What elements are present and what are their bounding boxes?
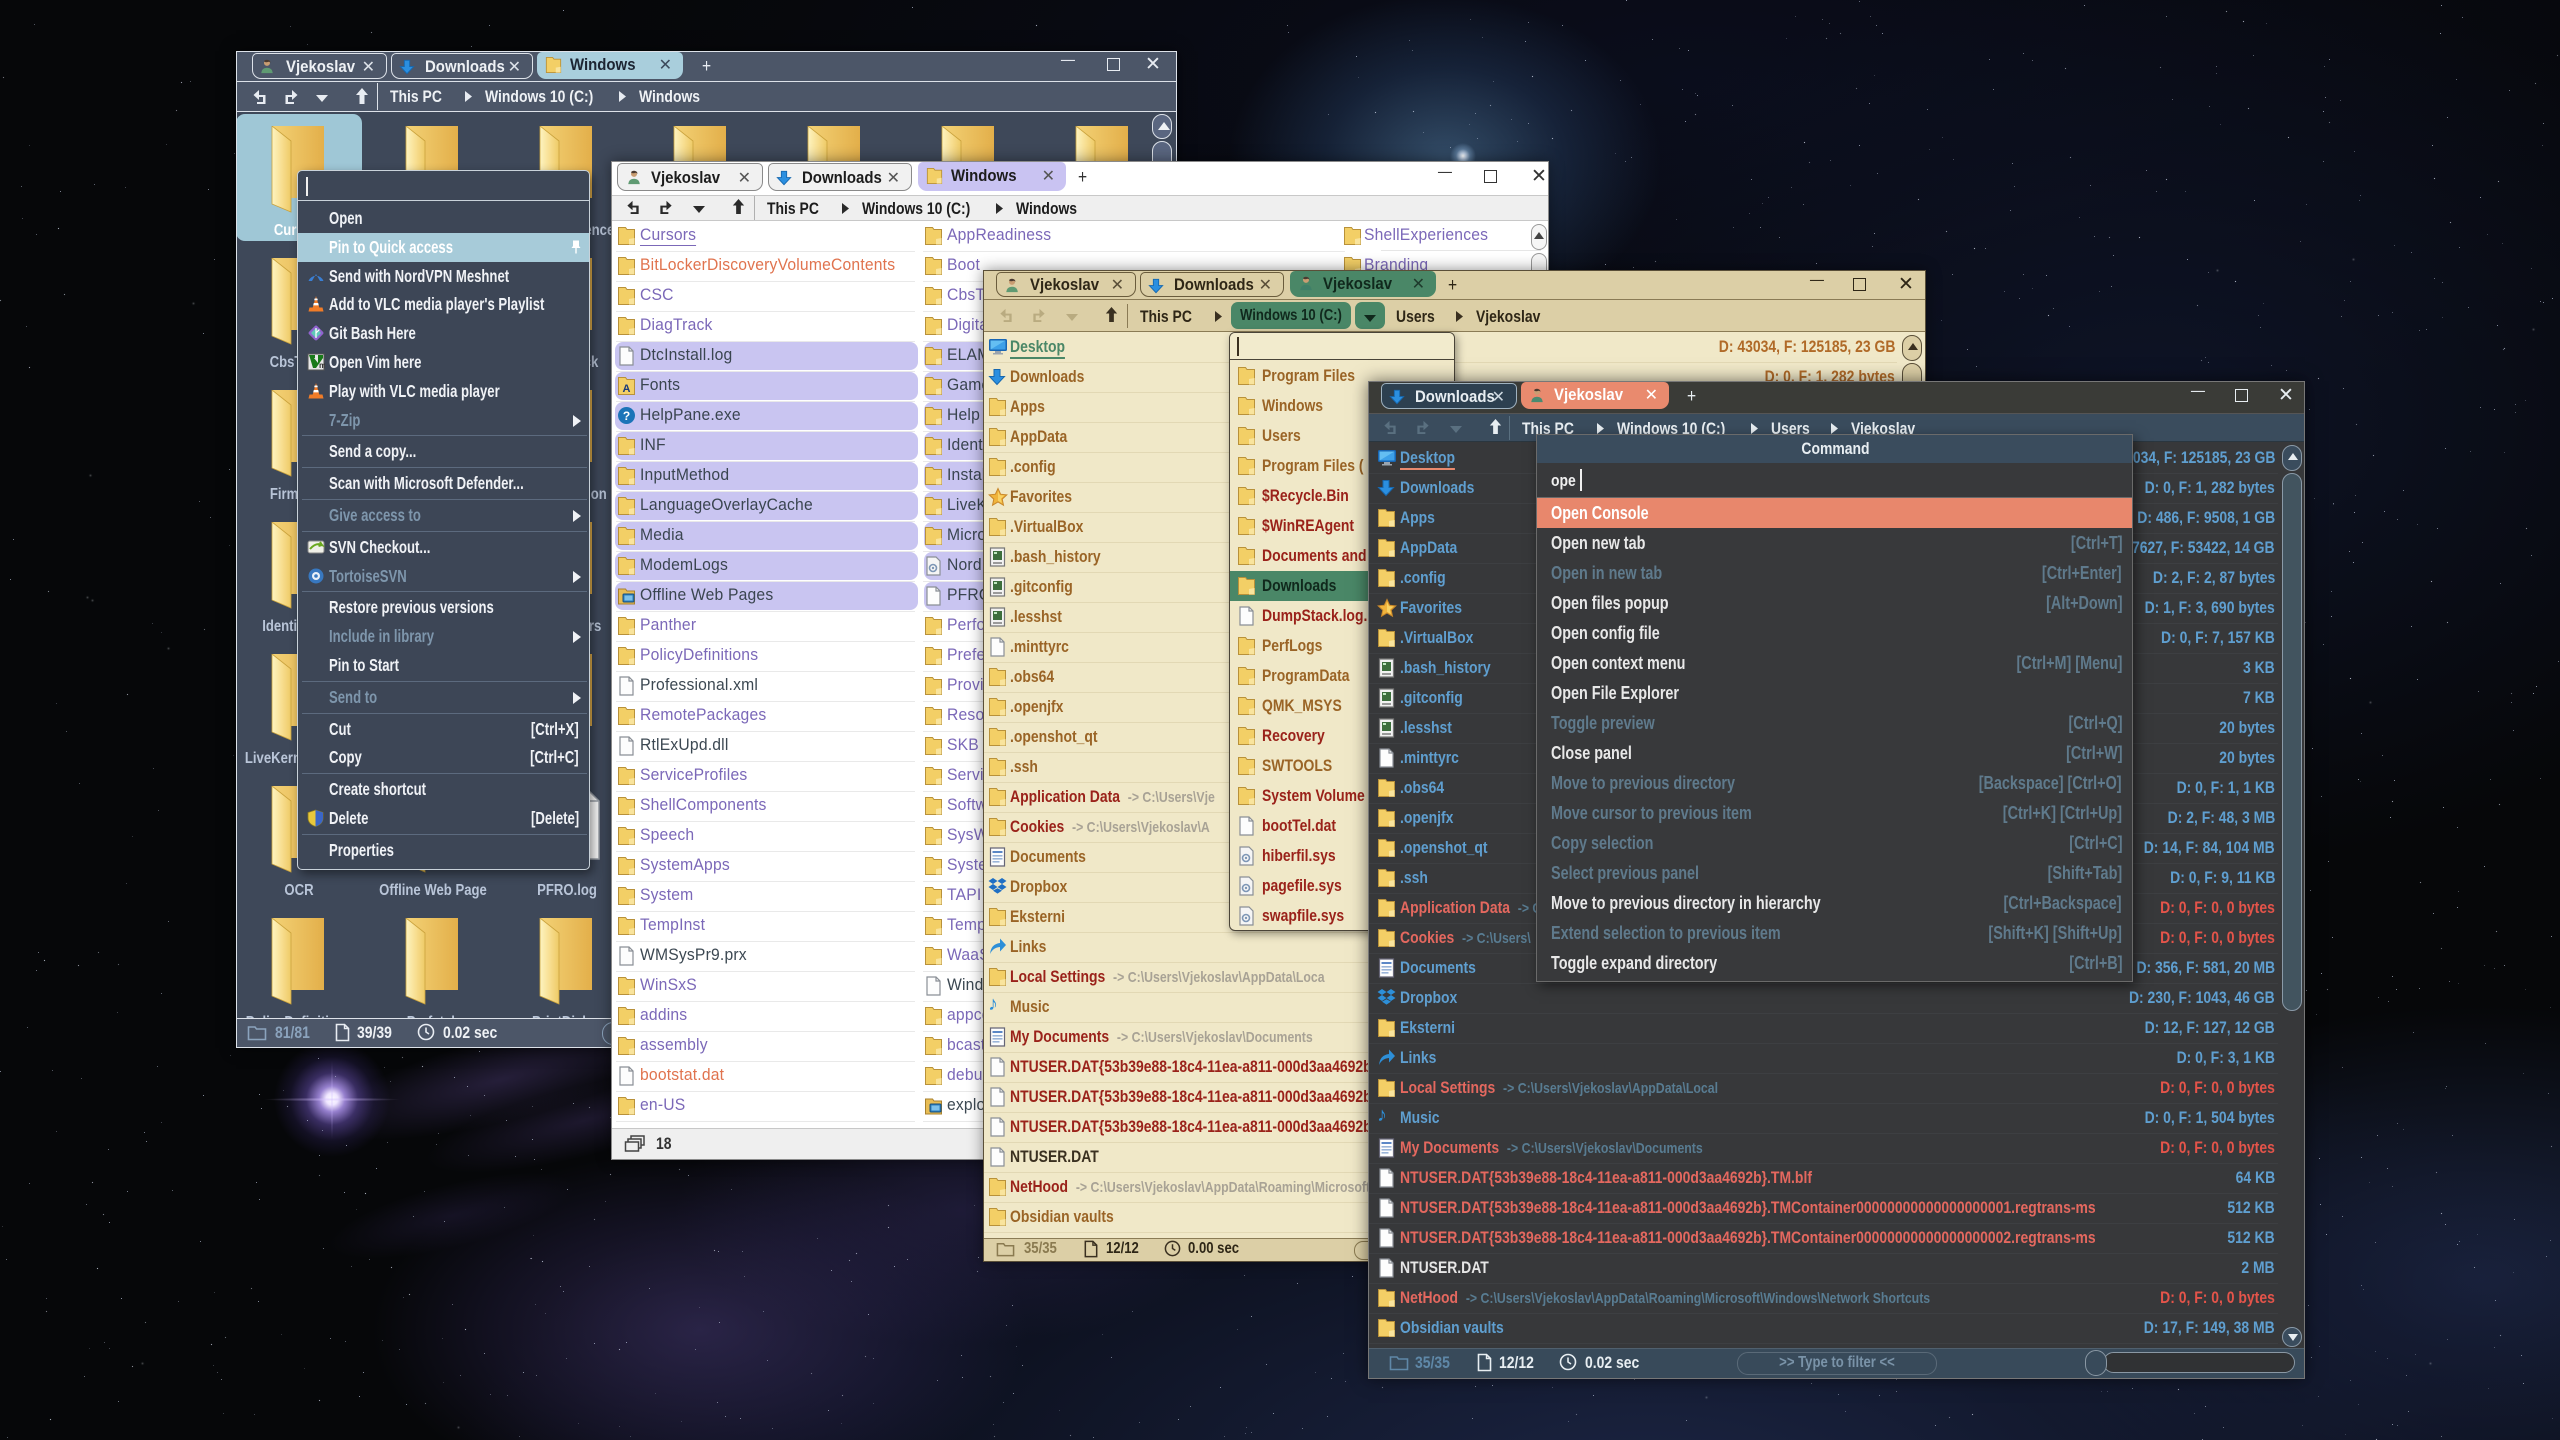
svg-text:m: m (319, 361, 325, 370)
svg-text:?: ? (623, 409, 630, 423)
svg-text:A: A (623, 383, 631, 395)
